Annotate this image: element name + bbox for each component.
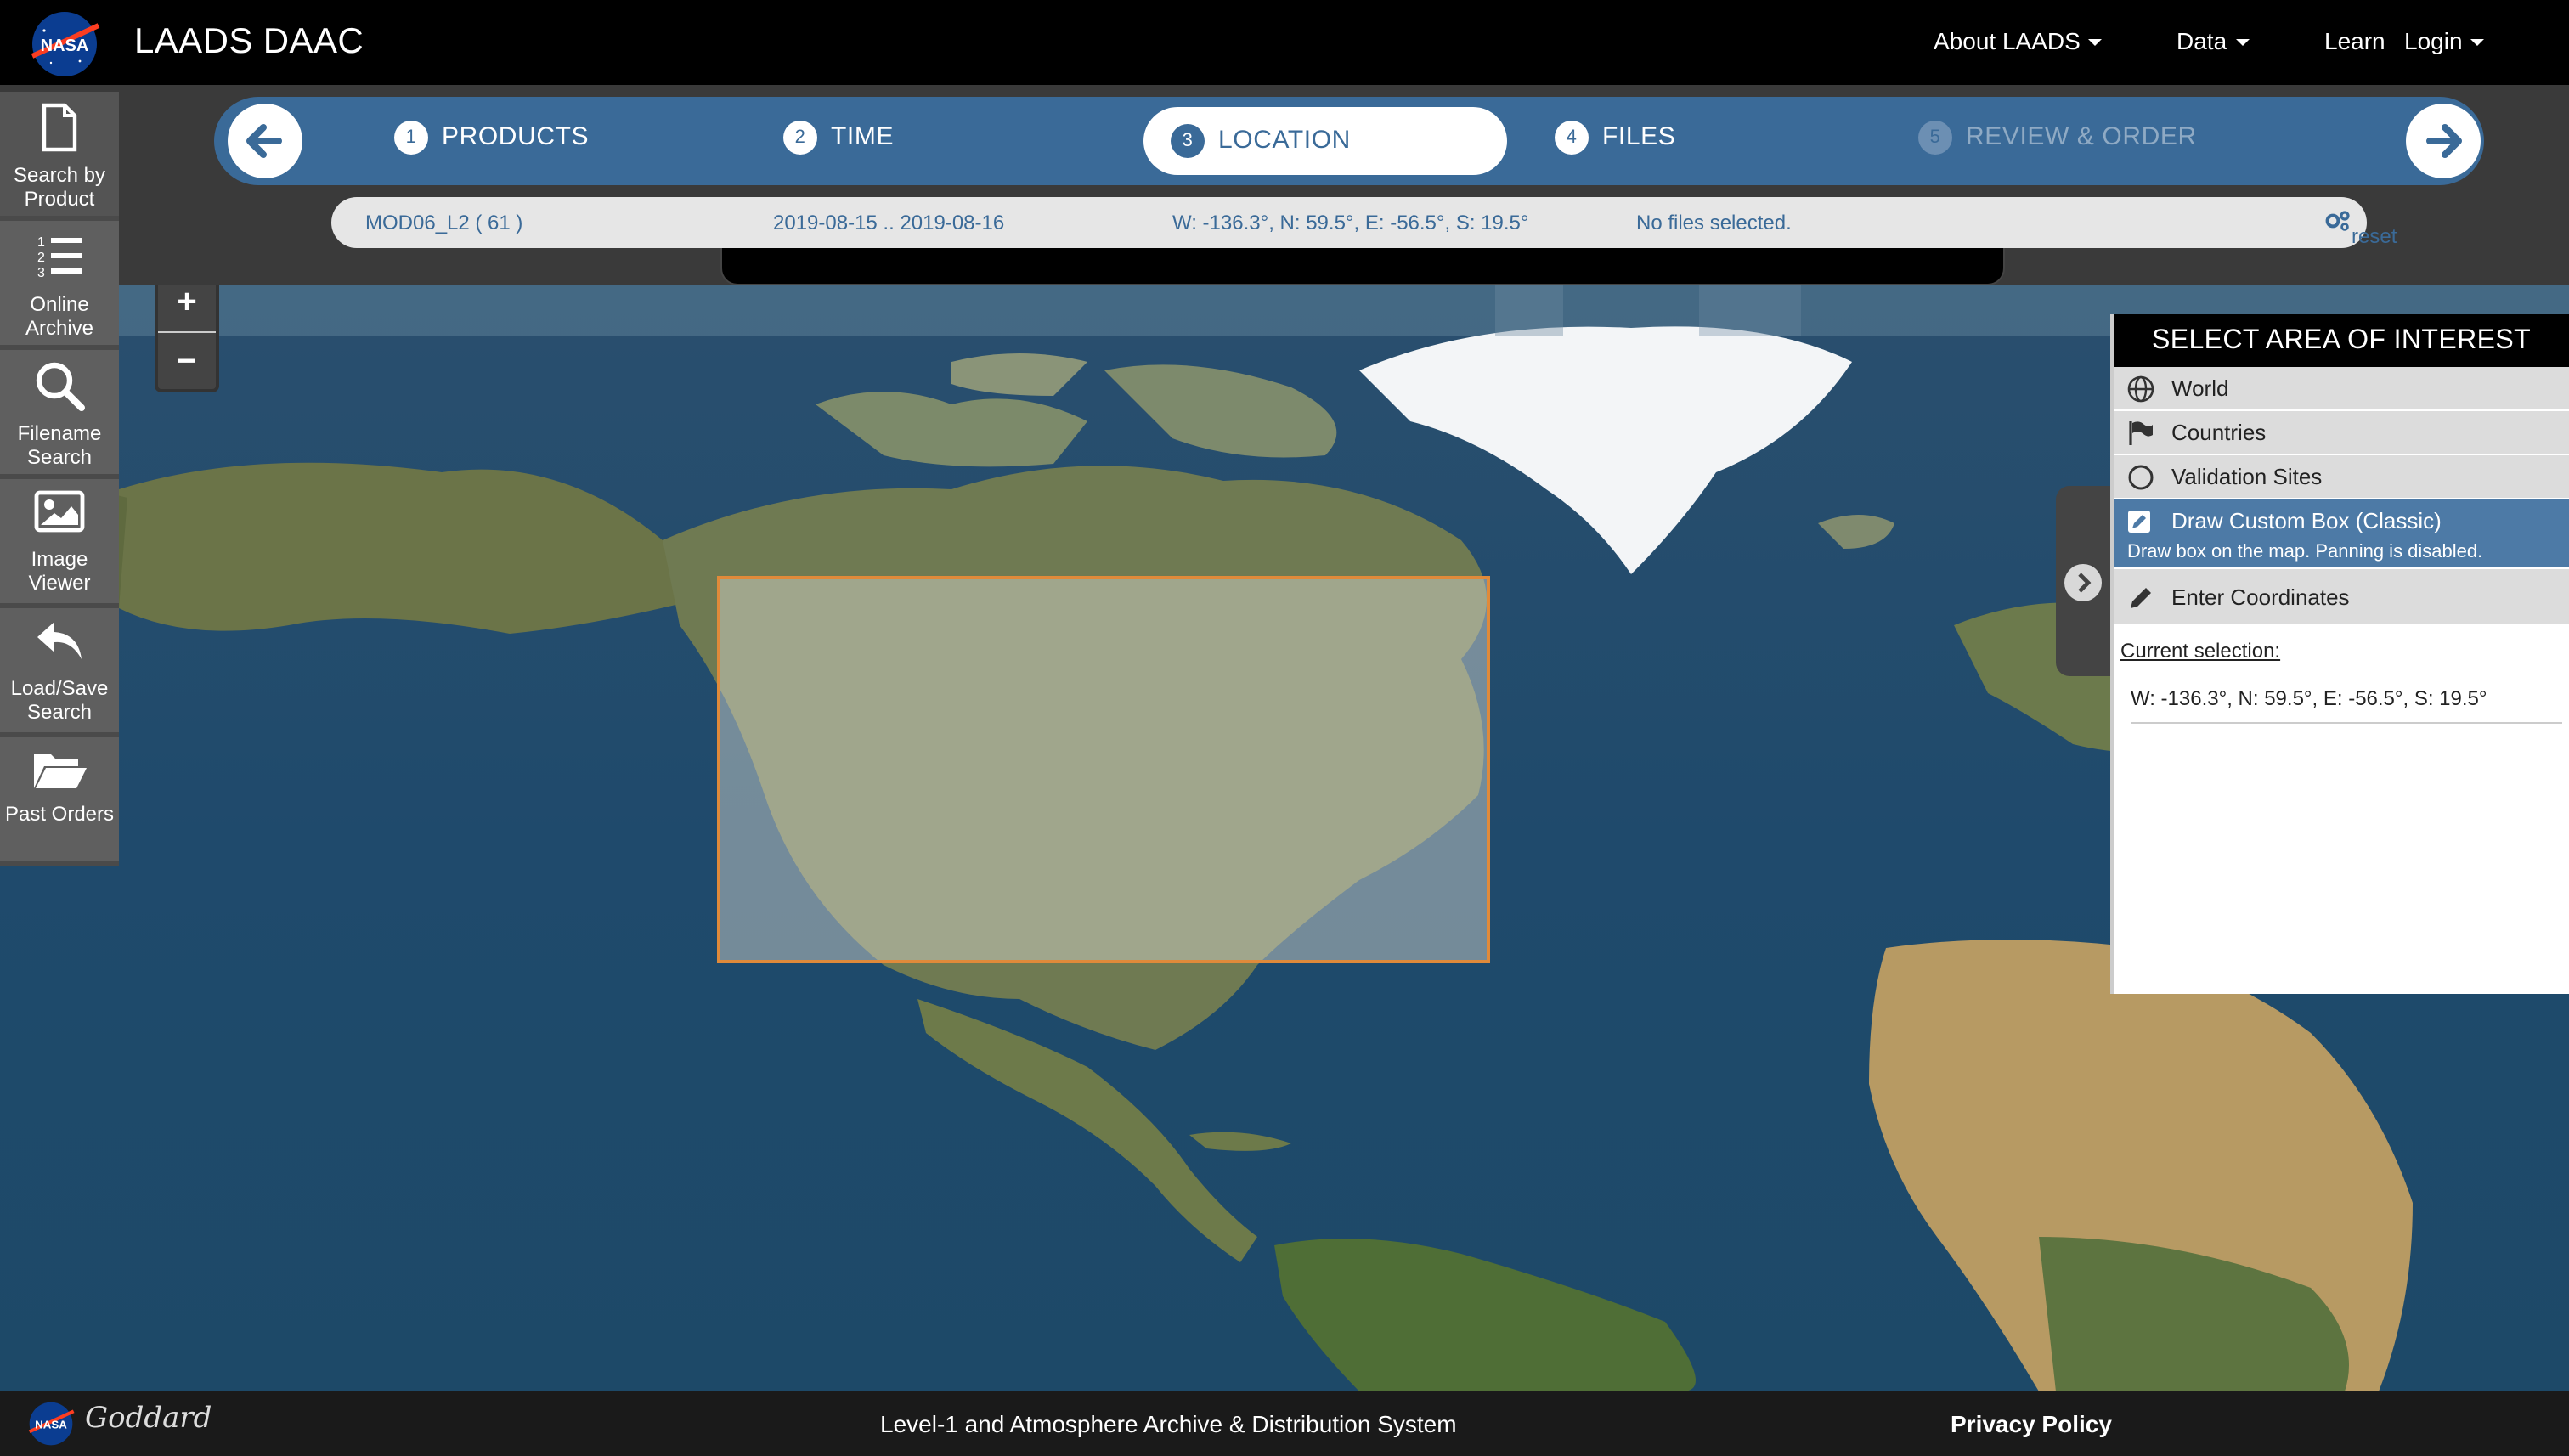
privacy-policy-link[interactable]: Privacy Policy xyxy=(1951,1410,2112,1437)
sidebar-past-orders[interactable]: Past Orders xyxy=(0,737,119,866)
sidebar-label: Filename xyxy=(17,421,102,445)
sidebar-load-save-search[interactable]: Load/Save Search xyxy=(0,608,119,737)
zoom-in-button[interactable]: + xyxy=(158,285,216,331)
svg-text:NASA: NASA xyxy=(41,37,89,55)
option-draw-custom-box[interactable]: Draw Custom Box (Classic) Draw box on th… xyxy=(2114,499,2569,569)
caret-down-icon xyxy=(2235,39,2250,47)
sidebar-label: Online xyxy=(30,292,89,316)
nasa-logo-icon[interactable]: NASA xyxy=(29,10,100,78)
sidebar-label: Search xyxy=(26,700,93,724)
document-icon xyxy=(42,103,77,152)
sidebar-label: Product xyxy=(24,187,95,211)
svg-text:NASA: NASA xyxy=(35,1418,67,1431)
reset-button[interactable]: reset xyxy=(2324,211,2397,248)
chevron-right-icon xyxy=(2064,564,2102,601)
sidebar-online-archive[interactable]: 123 Online Archive xyxy=(0,221,119,350)
left-sidebar: Search by Product 123 Online Archive Fil… xyxy=(0,92,119,866)
app-title[interactable]: LAADS DAAC xyxy=(134,22,364,63)
nav-about-laads[interactable]: About LAADS xyxy=(1934,27,2103,54)
footer-system-name: Level-1 and Atmosphere Archive & Distrib… xyxy=(880,1410,1457,1437)
folder-open-icon xyxy=(34,754,87,788)
option-enter-coordinates-label: Enter Coordinates xyxy=(2171,584,2350,610)
nav-login[interactable]: Login xyxy=(2404,27,2485,54)
sidebar-label: Search xyxy=(26,445,93,469)
gears-icon xyxy=(2325,211,2350,231)
summary-dropdown-tab[interactable] xyxy=(720,245,2005,285)
top-header: NASA LAADS DAAC About LAADS Data Learn L… xyxy=(0,0,2569,85)
flag-icon xyxy=(2129,421,2153,445)
sidebar-label: Archive xyxy=(25,316,93,340)
next-step-button[interactable] xyxy=(2406,104,2481,178)
summary-location[interactable]: W: -136.3°, N: 59.5°, E: -56.5°, S: 19.5… xyxy=(1172,211,1529,234)
caret-down-icon xyxy=(2470,39,2485,47)
step-products[interactable]: 1 PRODUCTS xyxy=(394,121,589,155)
map-canvas[interactable]: + − SELECT AREA OF INTEREST World Countr… xyxy=(0,285,2569,1391)
option-countries[interactable]: Countries xyxy=(2114,411,2569,455)
summary-product[interactable]: MOD06_L2 ( 61 ) xyxy=(365,211,522,234)
sidebar-label: Load/Save xyxy=(10,676,109,700)
previous-step-button[interactable] xyxy=(228,104,302,178)
search-icon xyxy=(36,362,85,411)
zoom-control: + − xyxy=(155,285,219,392)
option-validation-sites[interactable]: Validation Sites xyxy=(2114,455,2569,499)
pencil-icon xyxy=(2131,588,2151,608)
nasa-footer-logo-icon[interactable]: NASA xyxy=(27,1400,75,1448)
zoom-out-button[interactable]: − xyxy=(158,331,216,389)
option-draw-custom-box-hint: Draw box on the map. Panning is disabled… xyxy=(2127,542,2483,562)
reset-label: reset xyxy=(2352,224,2397,248)
current-selection-label: Current selection: xyxy=(2120,639,2281,663)
image-icon xyxy=(34,490,85,533)
summary-dates[interactable]: 2019-08-15 .. 2019-08-16 xyxy=(773,211,1004,234)
selection-box[interactable] xyxy=(717,576,1490,963)
goddard-logo[interactable]: Goddard xyxy=(85,1402,212,1436)
sidebar-search-by-product[interactable]: Search by Product xyxy=(0,92,119,221)
sidebar-label: Image xyxy=(31,547,88,571)
arrow-right-icon xyxy=(2426,124,2462,158)
svg-text:1: 1 xyxy=(37,235,45,250)
sidebar-label: Search by xyxy=(13,163,106,187)
sidebar-filename-search[interactable]: Filename Search xyxy=(0,350,119,479)
arrow-left-icon xyxy=(246,124,282,158)
nav-learn[interactable]: Learn xyxy=(2324,27,2386,54)
summary-files[interactable]: No files selected. xyxy=(1636,211,1792,234)
svg-text:2: 2 xyxy=(37,251,45,265)
sidebar-image-viewer[interactable]: Image Viewer xyxy=(0,479,119,608)
footer: NASA Goddard Level-1 and Atmosphere Arch… xyxy=(0,1391,2569,1456)
numbered-list-icon: 123 xyxy=(37,235,82,280)
current-selection-value: W: -136.3°, N: 59.5°, E: -56.5°, S: 19.5… xyxy=(2131,686,2562,724)
globe-icon xyxy=(2127,375,2154,403)
area-of-interest-panel: SELECT AREA OF INTEREST World Countries … xyxy=(2110,314,2569,994)
option-enter-coordinates[interactable]: Enter Coordinates xyxy=(2114,569,2569,625)
step-files[interactable]: 4 FILES xyxy=(1555,121,1675,155)
panel-title: SELECT AREA OF INTEREST xyxy=(2114,314,2569,367)
option-draw-custom-box-label: Draw Custom Box (Classic) xyxy=(2171,508,2442,533)
svg-text:3: 3 xyxy=(37,266,45,280)
edit-box-icon xyxy=(2128,511,2150,533)
circle-icon xyxy=(2128,465,2154,490)
sidebar-label: Viewer xyxy=(28,571,91,595)
option-world[interactable]: World xyxy=(2114,367,2569,411)
nav-data[interactable]: Data xyxy=(2177,27,2250,54)
search-summary-bar: MOD06_L2 ( 61 ) 2019-08-15 .. 2019-08-16… xyxy=(331,197,2397,248)
option-validation-sites-label: Validation Sites xyxy=(2171,464,2323,489)
sidebar-label: Past Orders xyxy=(4,802,115,826)
step-time[interactable]: 2 TIME xyxy=(783,121,894,155)
option-countries-label: Countries xyxy=(2171,420,2267,445)
option-world-label: World xyxy=(2171,375,2229,401)
step-location[interactable]: 3 LOCATION xyxy=(1143,107,1507,175)
reply-arrow-icon xyxy=(37,622,82,659)
step-navigation: 1 PRODUCTS 2 TIME 3 LOCATION 4 FILES 5 REVIEW… xyxy=(214,97,2484,185)
panel-toggle-button[interactable] xyxy=(2056,486,2110,676)
step-review-order: 5 REVIEW & ORDER xyxy=(1918,121,2197,155)
caret-down-icon xyxy=(2088,39,2103,47)
app-root: NASA LAADS DAAC About LAADS Data Learn L… xyxy=(0,0,2569,1456)
